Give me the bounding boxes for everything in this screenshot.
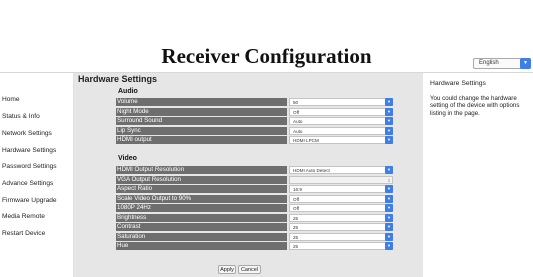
section-title: Hardware Settings <box>78 74 158 84</box>
setting-value: 25 <box>293 244 299 249</box>
chevron-down-icon: ▼ <box>385 232 393 241</box>
scale-video-output-select[interactable]: Off ▼ <box>289 194 393 203</box>
setting-label: Contrast <box>116 223 287 231</box>
help-text: You could change the hardware setting of… <box>430 95 520 117</box>
chevron-down-icon: ▼ <box>385 136 393 144</box>
setting-value: HDMI LPCM <box>293 138 319 143</box>
sidebar-item-firmware-upgrade[interactable]: Firmware Upgrade <box>2 197 57 204</box>
setting-label: Scale Video Output to 90% <box>116 194 287 203</box>
setting-value: 50 <box>293 100 299 105</box>
page-title: Receiver Configuration <box>161 44 372 68</box>
language-select-value: English <box>479 60 499 66</box>
setting-label: Brightness <box>116 213 287 222</box>
setting-label: HDMI output <box>116 136 287 144</box>
hdmi-output-select[interactable]: HDMI LPCM ▼ <box>289 136 393 144</box>
setting-value: HDMI Auto Detect <box>293 168 330 173</box>
chevron-down-icon: ▼ <box>385 223 393 231</box>
contrast-select[interactable]: 25 ▼ <box>289 223 393 231</box>
hdmi-output-resolution-select[interactable]: HDMI Auto Detect ▼ <box>289 166 393 174</box>
cancel-button[interactable]: Cancel <box>238 265 261 274</box>
sidebar-item-media-remote[interactable]: Media Remote <box>2 213 45 220</box>
setting-label: Volume <box>116 98 287 106</box>
apply-button[interactable]: Apply <box>218 265 236 274</box>
brightness-select[interactable]: 25 ▼ <box>289 213 393 222</box>
setting-value: Off <box>293 196 300 202</box>
setting-value: Auto <box>293 119 303 124</box>
help-panel: Hardware Settings You could change the h… <box>424 73 533 277</box>
setting-label: Surround Sound <box>116 117 287 125</box>
group-label-video: Video <box>118 155 137 162</box>
setting-value: Off <box>293 109 300 115</box>
setting-value: Auto <box>293 128 303 134</box>
language-select[interactable]: English ▼ <box>473 58 531 69</box>
chevron-down-icon: ▼ <box>385 242 393 250</box>
setting-value: 25 <box>293 225 299 230</box>
surround-sound-select[interactable]: Auto ▼ <box>289 117 393 125</box>
aspect-ratio-select[interactable]: 16:9 ▼ <box>289 185 393 193</box>
sidebar: Home Status & Info Network Settings Hard… <box>0 73 74 277</box>
chevron-down-icon: ▼ <box>385 107 393 116</box>
header: Receiver Configuration English ▼ <box>0 0 533 73</box>
setting-value: 25 <box>293 215 299 221</box>
setting-value: Off <box>293 206 300 211</box>
sidebar-item-home[interactable]: Home <box>2 96 20 103</box>
night-mode-select[interactable]: Off ▼ <box>289 107 393 116</box>
main-panel: Hardware Settings Audio Volume 50 ▼ Night… <box>74 73 423 277</box>
chevron-down-icon: ▼ <box>385 185 393 193</box>
chevron-down-icon: ▼ <box>385 204 393 212</box>
sidebar-item-status-info[interactable]: Status & Info <box>2 113 40 120</box>
lip-sync-select[interactable]: Auto ▼ <box>289 126 393 135</box>
setting-label: Saturation <box>116 232 287 241</box>
setting-label: Lip Sync <box>116 126 287 135</box>
setting-value: 25 <box>293 234 299 240</box>
setting-label: 1080P 24Hz <box>116 204 287 212</box>
setting-label: Hue <box>116 242 287 250</box>
1080p-24hz-select[interactable]: Off ▼ <box>289 204 393 212</box>
sidebar-item-restart-device[interactable]: Restart Device <box>2 230 45 237</box>
setting-label: Night Mode <box>116 107 287 116</box>
chevron-down-icon: ▼ <box>385 194 393 203</box>
vga-output-resolution-select[interactable]: ⇕ <box>289 175 393 184</box>
chevron-down-icon: ▼ <box>385 166 393 174</box>
chevron-down-icon: ▼ <box>385 98 393 106</box>
sidebar-item-advance-settings[interactable]: Advance Settings <box>2 180 53 187</box>
chevron-down-icon: ▼ <box>385 213 393 222</box>
volume-select[interactable]: 50 ▼ <box>289 98 393 106</box>
saturation-select[interactable]: 25 ▼ <box>289 232 393 241</box>
chevron-down-icon: ▼ <box>385 117 393 125</box>
group-label-audio: Audio <box>118 88 138 95</box>
setting-label: VGA Output Resolution <box>116 175 287 184</box>
hue-select[interactable]: 25 ▼ <box>289 242 393 250</box>
setting-label: HDMI Output Resolution <box>116 166 287 174</box>
setting-label: Aspect Ratio <box>116 185 287 193</box>
sidebar-item-password-settings[interactable]: Password Settings <box>2 163 57 170</box>
chevron-down-icon: ▼ <box>385 126 393 135</box>
sidebar-item-network-settings[interactable]: Network Settings <box>2 130 52 137</box>
sidebar-item-hardware-settings[interactable]: Hardware Settings <box>2 147 56 154</box>
stepper-icon: ⇕ <box>387 177 391 183</box>
chevron-down-icon: ▼ <box>520 58 531 69</box>
setting-value: 16:9 <box>293 187 302 192</box>
help-title: Hardware Settings <box>430 80 486 87</box>
